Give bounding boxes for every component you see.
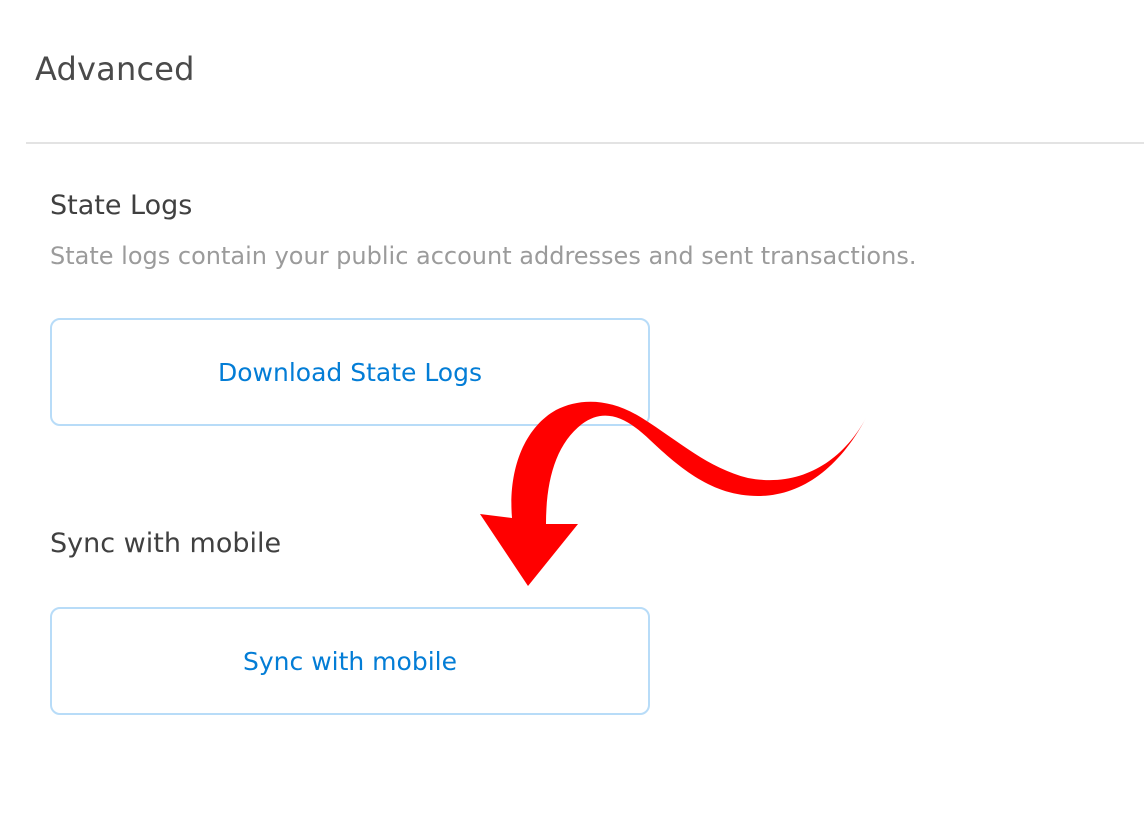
settings-page: Advanced State Logs State logs contain y…: [0, 0, 1144, 814]
state-logs-description: State logs contain your public account a…: [50, 242, 917, 270]
sync-mobile-title: Sync with mobile: [50, 528, 282, 559]
arrow-shape: [480, 401, 866, 586]
header-divider: [26, 142, 1144, 144]
sync-with-mobile-button[interactable]: Sync with mobile: [50, 607, 650, 715]
state-logs-title: State Logs: [50, 190, 193, 221]
download-state-logs-button[interactable]: Download State Logs: [50, 318, 650, 426]
page-title: Advanced: [35, 50, 195, 88]
